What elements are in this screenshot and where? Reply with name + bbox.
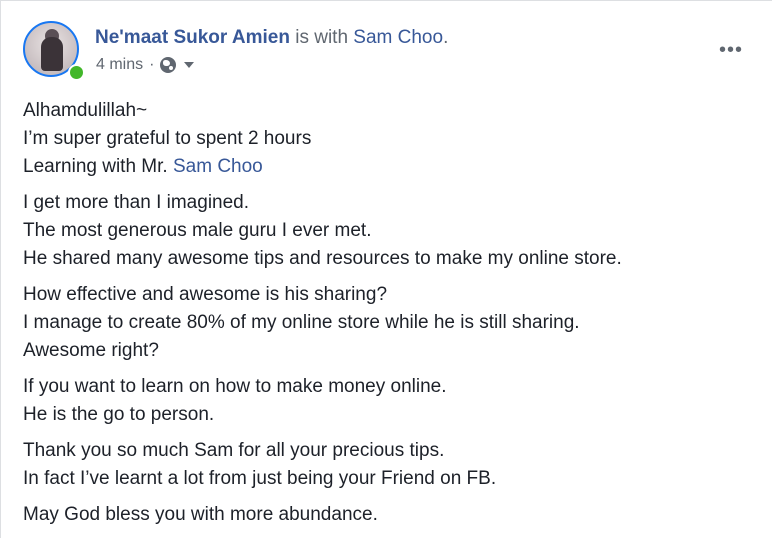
text-line-with-link: Learning with Mr. Sam Choo	[23, 153, 763, 181]
paragraph-2: I get more than I imagined. The most gen…	[23, 189, 763, 273]
paragraph-5: Thank you so much Sam for all your preci…	[23, 437, 763, 493]
text-line: I’m super grateful to spent 2 hours	[23, 128, 312, 149]
post-body: Alhamdulillah~ I’m super grateful to spe…	[23, 97, 763, 537]
text-line: Awesome right?	[23, 340, 159, 361]
text-line: If you want to learn on how to make mone…	[23, 376, 447, 397]
text-line: Thank you so much Sam for all your preci…	[23, 440, 445, 461]
author-name-link[interactable]: Ne'maat Sukor Amien	[95, 27, 290, 48]
text-fragment: Learning with Mr.	[23, 156, 173, 177]
text-line: May God bless you with more abundance.	[23, 504, 378, 525]
avatar-figure-shape	[41, 37, 63, 71]
post-timestamp[interactable]: 4 mins	[96, 56, 143, 74]
more-options-icon[interactable]: •••	[719, 40, 743, 60]
post-header: Ne'maat Sukor Amien is with Sam Choo. 4 …	[23, 21, 753, 81]
author-avatar[interactable]	[23, 21, 85, 81]
paragraph-3: How effective and awesome is his sharing…	[23, 281, 763, 365]
text-line: He shared many awesome tips and resource…	[23, 248, 622, 269]
text-line: He is the go to person.	[23, 404, 215, 425]
post-title-line: Ne'maat Sukor Amien is with Sam Choo.	[95, 26, 448, 50]
tagged-friend-link[interactable]: Sam Choo	[353, 27, 443, 48]
privacy-dropdown-caret-icon[interactable]	[184, 62, 195, 68]
with-text: is with	[289, 27, 354, 48]
text-line: I manage to create 80% of my online stor…	[23, 312, 580, 333]
paragraph-6: May God bless you with more abundance.	[23, 501, 763, 529]
globe-icon[interactable]	[160, 57, 177, 73]
text-line: In fact I’ve learnt a lot from just bein…	[23, 468, 497, 489]
post-meta: 4 mins ·	[96, 56, 195, 74]
title-suffix: .	[443, 27, 449, 48]
paragraph-1: Alhamdulillah~ I’m super grateful to spe…	[23, 97, 763, 181]
paragraph-4: If you want to learn on how to make mone…	[23, 373, 763, 429]
text-line: Alhamdulillah~	[23, 100, 148, 121]
online-status-icon	[68, 64, 85, 81]
text-line: The most generous male guru I ever met.	[23, 220, 372, 241]
text-line: I get more than I imagined.	[23, 192, 250, 213]
mention-link[interactable]: Sam Choo	[173, 156, 263, 177]
facebook-post: Ne'maat Sukor Amien is with Sam Choo. 4 …	[0, 0, 772, 538]
meta-separator: ·	[149, 56, 155, 73]
text-line: How effective and awesome is his sharing…	[23, 284, 388, 305]
